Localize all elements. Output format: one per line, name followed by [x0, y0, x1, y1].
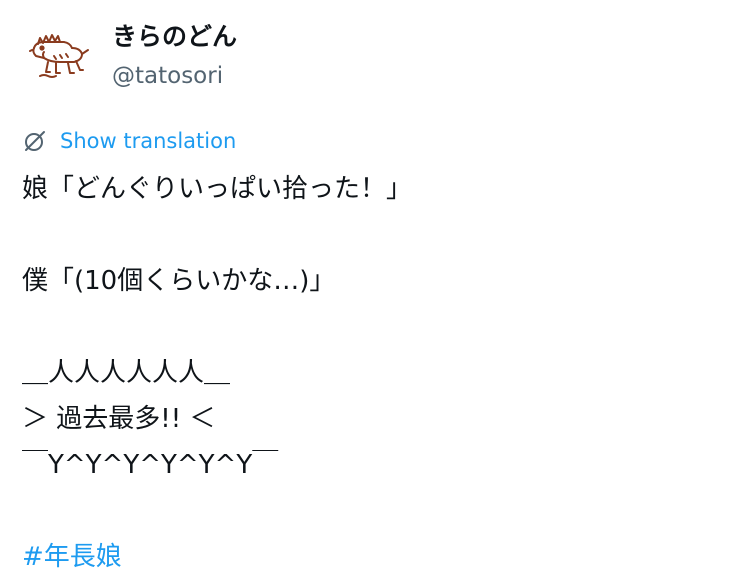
tweet-line: 僕「(10個くらいかな…)」	[22, 266, 336, 296]
tweet-line: ￣Y^Y^Y^Y^Y^Y￣	[22, 450, 279, 480]
avatar[interactable]	[20, 18, 92, 90]
tweet-line	[22, 212, 742, 258]
tweet-header: きらのどん @tatosori	[20, 18, 237, 92]
tweet-line: ＿人人人人人人＿	[22, 358, 231, 388]
tweet: きらのどん @tatosori Show translation 娘「どんぐりい…	[0, 0, 753, 583]
show-translation-label[interactable]: Show translation	[60, 127, 236, 155]
tweet-line: 娘「どんぐりいっぱい拾った！」	[22, 174, 413, 204]
translate-globe-icon	[25, 131, 45, 151]
user-handle[interactable]: @tatosori	[112, 60, 237, 92]
tweet-line: ＞ 過去最多!! ＜	[22, 404, 216, 434]
tweet-line	[22, 304, 742, 350]
display-name[interactable]: きらのどん	[112, 20, 237, 54]
hashtag-link[interactable]: #年長娘	[22, 534, 742, 580]
tweet-text: 娘「どんぐりいっぱい拾った！」 僕「(10個くらいかな…)」 ＿人人人人人人＿ …	[22, 166, 742, 580]
tweet-line	[22, 488, 742, 534]
dog-sketch-avatar-icon	[29, 34, 89, 78]
show-translation-link[interactable]: Show translation	[22, 127, 236, 155]
user-names: きらのどん @tatosori	[112, 20, 237, 92]
